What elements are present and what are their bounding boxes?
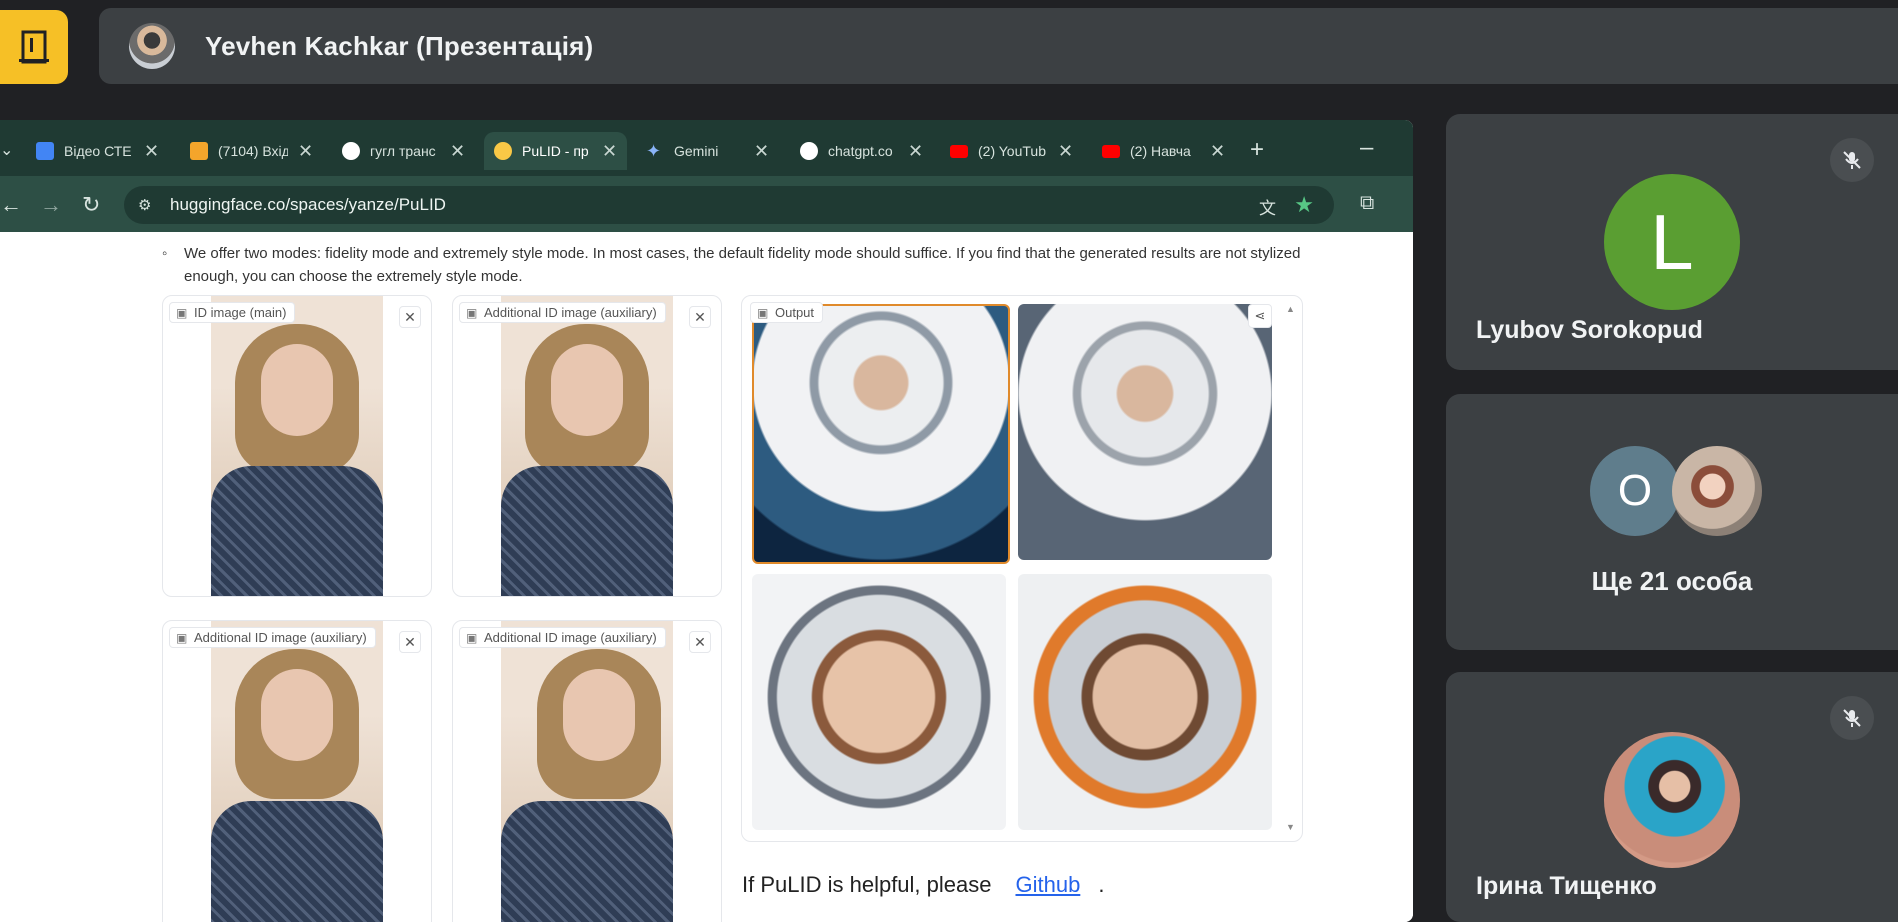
mic-off-icon (1830, 696, 1874, 740)
panel-label: ▣ ID image (main) (169, 302, 296, 323)
aux-image-3 (501, 621, 673, 922)
participant-photo-avatar (1604, 732, 1740, 868)
youtube-favicon-icon (1102, 144, 1120, 158)
clear-image-button[interactable]: ✕ (399, 306, 421, 328)
browser-tab-active[interactable]: PuLID - пр ✕ (484, 132, 628, 170)
clear-image-button[interactable]: ✕ (689, 631, 711, 653)
clear-image-button[interactable]: ✕ (399, 631, 421, 653)
mic-off-icon (1830, 138, 1874, 182)
presenter-avatar (129, 23, 175, 69)
clear-image-button[interactable]: ✕ (689, 306, 711, 328)
panel-label: ▣ Additional ID image (auxiliary) (169, 627, 376, 648)
panel-label: ▣ Additional ID image (auxiliary) (459, 627, 666, 648)
participant-photo-avatar (1672, 446, 1762, 536)
tab-close-icon[interactable]: ✕ (298, 141, 313, 162)
footer-line: If PuLID is helpful, please Github. (742, 872, 1105, 897)
back-arrow-icon[interactable]: ← (0, 192, 22, 218)
url-text: huggingface.co/spaces/yanze/PuLID (170, 195, 446, 214)
tab-close-icon[interactable]: ✕ (754, 141, 769, 162)
meet-room-icon[interactable] (0, 10, 68, 84)
browser-tab[interactable]: (2) YouTub ✕ (950, 132, 1073, 170)
scroll-down-icon[interactable]: ▼ (1286, 822, 1295, 832)
participant-tile[interactable]: L Lyubov Sorokopud (1446, 114, 1898, 370)
participant-avatar: L (1604, 174, 1740, 310)
translate-icon[interactable]: 文 (1259, 194, 1276, 219)
tab-close-icon[interactable]: ✕ (1058, 141, 1073, 162)
extensions-puzzle-icon[interactable]: ⧉ (1360, 192, 1374, 215)
tab-close-icon[interactable]: ✕ (908, 141, 923, 162)
tab-close-icon[interactable]: ✕ (450, 141, 465, 162)
browser-tab[interactable]: ✦ Gemini ✕ (646, 132, 769, 170)
id-image-main (211, 296, 383, 596)
participant-name: Lyubov Sorokopud (1476, 316, 1703, 344)
google-favicon-icon (342, 142, 360, 160)
pulid-page: ◦ We offer two modes: fidelity mode and … (0, 232, 1413, 922)
output-image-4[interactable] (1018, 574, 1272, 830)
mode-description: ◦ We offer two modes: fidelity mode and … (162, 242, 1302, 288)
output-image-1[interactable] (752, 304, 1010, 564)
bullet-marker-icon: ◦ (162, 245, 168, 262)
participant-tile[interactable]: Ірина Тищенко (1446, 672, 1898, 922)
gmail-favicon-icon (190, 142, 208, 160)
browser-toolbar: ← → ↻ ⚙ huggingface.co/spaces/yanze/PuLI… (0, 176, 1413, 232)
image-icon: ▣ (757, 306, 769, 320)
share-icon[interactable]: ⋖ (1248, 304, 1272, 328)
aux-image-panel-1[interactable]: ▣ Additional ID image (auxiliary) ✕ (452, 295, 722, 597)
shared-screen: ⌄ Відео СТЕ ✕ (7104) Вхід ✕ гугл транс ✕… (0, 120, 1413, 922)
gallery-scrollbar[interactable]: ▲ ▼ (1286, 304, 1296, 832)
participant-avatar: O (1590, 446, 1680, 536)
output-gallery: ▣ Output ⋖ ▲ ▼ (741, 295, 1303, 842)
others-count: Ще 21 особа (1591, 566, 1753, 596)
presenter-banner: Yevhen Kachkar (Презентація) (99, 8, 1898, 84)
aux-image-panel-2[interactable]: ▣ Additional ID image (auxiliary) ✕ (162, 620, 432, 922)
door-icon (19, 30, 49, 64)
aux-image-panel-3[interactable]: ▣ Additional ID image (auxiliary) ✕ (452, 620, 722, 922)
reload-icon[interactable]: ↻ (82, 192, 100, 218)
output-label: ▣ Output (750, 302, 824, 323)
id-image-main-panel[interactable]: ▣ ID image (main) ✕ (162, 295, 432, 597)
tab-search-chevron-icon[interactable]: ⌄ (0, 140, 13, 160)
others-tile[interactable]: O Ще 21 особа (1446, 394, 1898, 650)
gemini-sparkle-icon: ✦ (646, 141, 662, 161)
image-icon: ▣ (466, 306, 478, 320)
tab-close-icon[interactable]: ✕ (144, 141, 159, 162)
address-bar[interactable]: ⚙ huggingface.co/spaces/yanze/PuLID 文 ★ (124, 186, 1334, 224)
browser-tab[interactable]: гугл транс ✕ (342, 132, 465, 170)
tab-close-icon[interactable]: ✕ (1210, 141, 1225, 162)
chatgpt-favicon-icon (800, 142, 818, 160)
aux-image-2 (211, 621, 383, 922)
output-image-2[interactable] (1018, 304, 1272, 560)
output-image-3[interactable] (752, 574, 1006, 830)
browser-tab-strip: ⌄ Відео СТЕ ✕ (7104) Вхід ✕ гугл транс ✕… (0, 120, 1413, 176)
browser-tab[interactable]: (2) Навча ✕ (1102, 132, 1225, 170)
minimize-window-icon[interactable]: – (1360, 134, 1373, 162)
new-tab-button[interactable]: + (1250, 136, 1264, 164)
huggingface-favicon-icon (494, 142, 512, 160)
image-icon: ▣ (176, 631, 188, 645)
youtube-favicon-icon (950, 144, 968, 158)
tab-close-icon[interactable]: ✕ (602, 141, 617, 162)
github-link[interactable]: Github (1015, 872, 1080, 897)
bookmark-star-icon[interactable]: ★ (1294, 192, 1314, 218)
browser-tab[interactable]: chatgpt.co ✕ (800, 132, 923, 170)
site-settings-icon[interactable]: ⚙ (138, 196, 156, 214)
image-icon: ▣ (466, 631, 478, 645)
scroll-up-icon[interactable]: ▲ (1286, 304, 1295, 314)
panel-label: ▣ Additional ID image (auxiliary) (459, 302, 666, 323)
forward-arrow-icon[interactable]: → (40, 192, 62, 218)
participant-name: Ірина Тищенко (1476, 872, 1657, 900)
docs-favicon-icon (36, 142, 54, 160)
browser-tab[interactable]: Відео СТЕ ✕ (36, 132, 159, 170)
aux-image-1 (501, 296, 673, 596)
browser-tab[interactable]: (7104) Вхід ✕ (190, 132, 313, 170)
image-icon: ▣ (176, 306, 188, 320)
presenter-name: Yevhen Kachkar (Презентація) (205, 30, 594, 61)
